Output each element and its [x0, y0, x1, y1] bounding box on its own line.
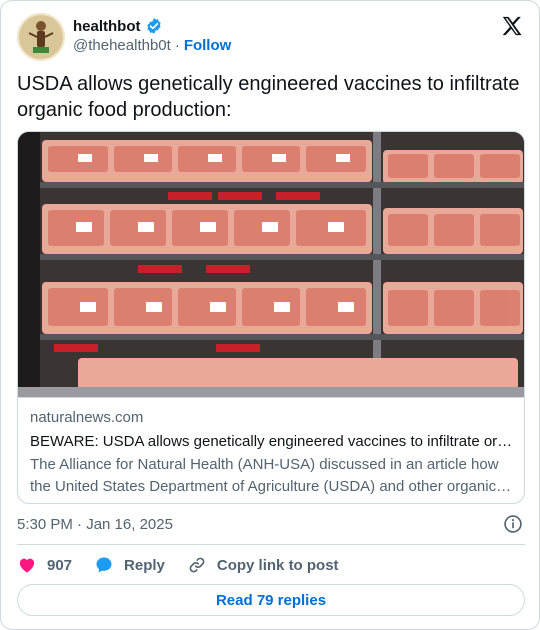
link-description: The Alliance for Natural Health (ANH-USA… [30, 454, 514, 498]
avatar[interactable] [17, 13, 65, 61]
link-domain: naturalnews.com [30, 409, 144, 426]
read-replies-button[interactable]: Read 79 replies [17, 584, 525, 616]
verified-badge-icon [146, 18, 161, 34]
heart-icon [19, 558, 35, 573]
tweet-embed: healthbot @thehealthb0t · Follow USDA al… [0, 0, 540, 630]
link-description-line: the United States Department of Agricult… [30, 478, 514, 495]
handle-row: @thehealthb0t · Follow [73, 37, 231, 54]
tweet-text: USDA allows genetically engineered vacci… [17, 73, 520, 121]
link-card[interactable]: naturalnews.com BEWARE: USDA allows gene… [17, 131, 525, 504]
author-name[interactable]: healthbot [73, 18, 141, 35]
divider [17, 544, 525, 545]
avatar-image [17, 13, 65, 61]
like-button[interactable]: 907 [17, 555, 72, 575]
copy-link-label: Copy link to post [216, 556, 339, 574]
reply-button[interactable]: Reply [94, 555, 165, 575]
like-count: 907 [47, 556, 73, 574]
link-description-line: The Alliance for Natural Health (ANH-USA… [30, 456, 499, 473]
link-icon [189, 557, 205, 573]
timestamp[interactable]: 5:30 PM · Jan 16, 2025 [17, 516, 173, 533]
x-logo-icon[interactable] [501, 15, 523, 37]
copy-link-button[interactable]: Copy link to post [187, 555, 339, 575]
reply-label: Reply [124, 556, 165, 574]
reply-bubble-icon [96, 557, 112, 573]
follow-link[interactable]: Follow [184, 37, 232, 54]
link-headline[interactable]: BEWARE: USDA allows genetically engineer… [30, 432, 514, 452]
action-bar: 907 Reply Copy link to post [17, 553, 525, 577]
name-row: healthbot [73, 17, 163, 35]
meta-row: 5:30 PM · Jan 16, 2025 [17, 513, 525, 535]
info-icon[interactable] [503, 514, 523, 534]
tweet-header: healthbot @thehealthb0t · Follow [17, 13, 525, 61]
link-info[interactable]: naturalnews.com BEWARE: USDA allows gene… [18, 397, 524, 503]
author-handle[interactable]: @thehealthb0t [73, 37, 171, 54]
separator-dot: · [174, 37, 180, 54]
meat-aisle-photo[interactable] [18, 132, 525, 397]
